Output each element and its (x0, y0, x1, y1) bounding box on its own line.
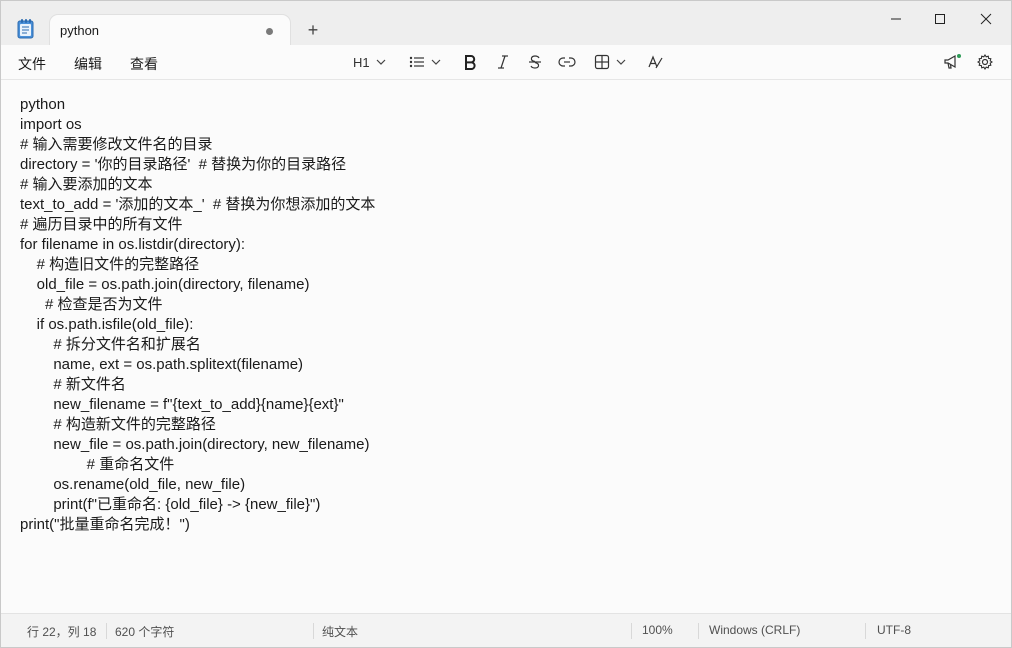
editor-line: new_file = os.path.join(directory, new_f… (20, 436, 370, 453)
menu-edit[interactable]: 编辑 (74, 54, 102, 74)
editor-line: # 构造旧文件的完整路径 (20, 256, 200, 273)
editor-line: # 新文件名 (20, 376, 126, 393)
tab-python[interactable]: python (50, 15, 290, 47)
editor-line: for filename in os.listdir(directory): (20, 236, 246, 253)
table-dropdown[interactable] (594, 52, 626, 72)
table-icon (594, 54, 610, 70)
editor-line: # 重命名文件 (20, 456, 175, 473)
unsaved-dot-icon[interactable] (266, 28, 273, 35)
status-divider (865, 623, 866, 639)
chevron-down-icon (431, 59, 441, 65)
gear-icon (977, 54, 993, 70)
minimize-button[interactable] (874, 7, 918, 31)
announcement-icon (944, 54, 961, 69)
close-icon (980, 13, 992, 25)
text-editor[interactable]: python import os # 输入需要修改文件名的目录 director… (1, 80, 1011, 613)
list-icon (409, 56, 424, 68)
strikethrough-button[interactable] (528, 52, 542, 72)
notepad-app-icon (17, 19, 35, 39)
strikethrough-icon (529, 55, 541, 69)
italic-button[interactable] (496, 52, 510, 72)
editor-line: import os (20, 116, 82, 133)
clear-format-icon (648, 55, 663, 69)
chevron-down-icon (616, 59, 626, 65)
editor-line: # 遍历目录中的所有文件 (20, 216, 183, 233)
title-bar: python + (1, 1, 1011, 47)
editor-line: os.rename(old_file, new_file) (20, 476, 246, 493)
bold-icon (465, 55, 476, 70)
editor-line: # 检查是否为文件 (20, 296, 163, 313)
editor-line: if os.path.isfile(old_file): (20, 316, 194, 333)
editor-line: python (20, 96, 66, 113)
editor-line: directory = '你的目录路径' # 替换为你的目录路径 (20, 156, 347, 173)
heading-label: H1 (353, 54, 370, 70)
cursor-position: 行 22，列 18 (27, 625, 97, 639)
settings-button[interactable] (977, 52, 993, 72)
status-divider (313, 623, 314, 639)
editor-line: # 拆分文件名和扩展名 (20, 336, 201, 353)
menu-view[interactable]: 查看 (130, 54, 158, 74)
status-divider (106, 623, 107, 639)
maximize-button[interactable] (918, 7, 962, 31)
editor-line: name, ext = os.path.splitext(filename) (20, 356, 304, 373)
clear-format-button[interactable] (647, 52, 663, 72)
editor-line: # 输入需要修改文件名的目录 (20, 136, 213, 153)
encoding[interactable]: UTF-8 (877, 623, 911, 637)
editor-line: # 输入要添加的文本 (20, 176, 153, 193)
editor-line: print(f"已重命名: {old_file} -> {new_file}") (20, 496, 321, 513)
editor-line: text_to_add = '添加的文本_' # 替换为你想添加的文本 (20, 196, 376, 213)
italic-icon (498, 55, 508, 69)
editor-line: print("批量重命名完成！") (20, 516, 190, 533)
status-divider (698, 623, 699, 639)
minimize-icon (891, 18, 901, 20)
menu-bar: 文件 编辑 查看 H1 (1, 45, 1011, 80)
editor-line: # 构造新文件的完整路径 (20, 416, 216, 433)
status-divider (631, 623, 632, 639)
whats-new-button[interactable] (943, 52, 963, 72)
list-dropdown[interactable] (409, 52, 441, 72)
character-count: 620 个字符 (115, 625, 175, 639)
notepad-window: python + 文件 编辑 查看 H1 python import os # … (0, 0, 1012, 648)
link-button[interactable] (558, 52, 576, 72)
bold-button[interactable] (463, 52, 477, 72)
heading-dropdown[interactable]: H1 (353, 52, 386, 72)
new-tab-button[interactable]: + (301, 19, 325, 43)
editor-line: old_file = os.path.join(directory, filen… (20, 276, 310, 293)
status-bar: 行 22，列 18 620 个字符 纯文本 100% Windows (CRLF… (1, 613, 1011, 647)
close-button[interactable] (964, 7, 1008, 31)
line-ending[interactable]: Windows (CRLF) (709, 623, 800, 637)
menu-file[interactable]: 文件 (18, 54, 46, 74)
link-icon (558, 57, 576, 67)
zoom-level[interactable]: 100% (642, 623, 673, 637)
tab-title: python (60, 23, 100, 38)
chevron-down-icon (376, 59, 386, 65)
text-format[interactable]: 纯文本 (322, 623, 358, 640)
maximize-icon (935, 14, 945, 24)
editor-line: new_filename = f"{text_to_add}{name}{ext… (20, 396, 344, 413)
